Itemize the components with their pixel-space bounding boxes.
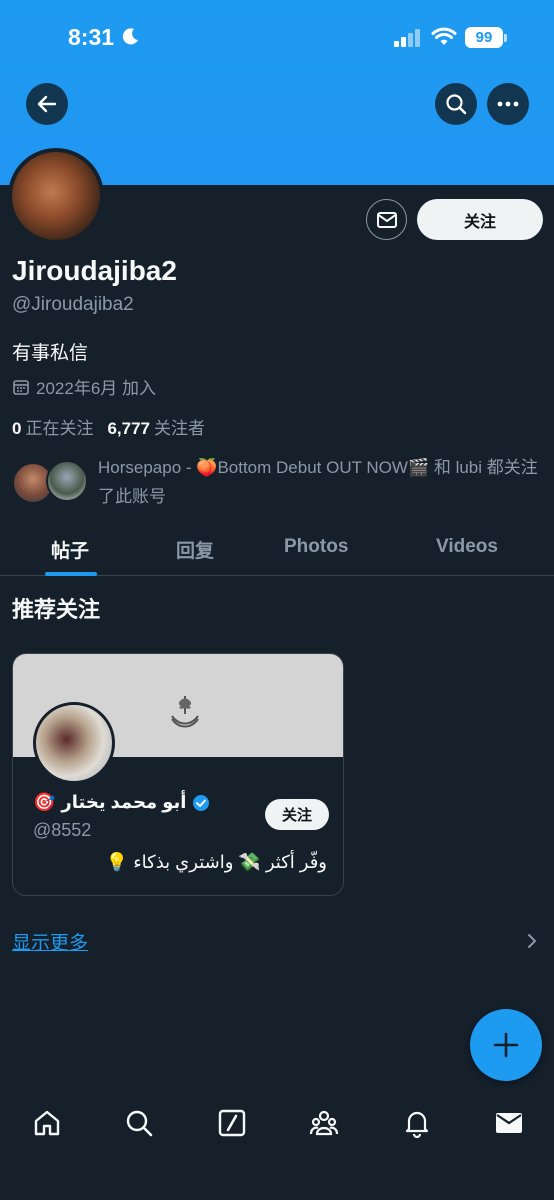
tab-photos[interactable]: Photos	[284, 536, 348, 558]
compose-button[interactable]	[470, 1009, 542, 1081]
card-handle: @8552	[33, 820, 92, 840]
profile-tabs: 帖子 回复 Photos Videos	[0, 528, 554, 576]
calendar-icon	[13, 379, 29, 395]
mutual-avatar-2	[46, 460, 88, 502]
followed-by-avatars[interactable]	[12, 460, 88, 506]
recommended-follows-title: 推荐关注	[12, 597, 101, 622]
profile-bio: 有事私信	[12, 343, 89, 364]
battery-tip	[504, 34, 507, 42]
saudi-emblem-icon	[171, 696, 199, 728]
plus-icon	[493, 1032, 519, 1058]
communities-icon[interactable]	[309, 1108, 339, 1138]
status-bar: 8:31 99	[0, 0, 554, 72]
messages-icon[interactable]	[494, 1108, 524, 1138]
more-button[interactable]	[487, 83, 529, 125]
card-display-name[interactable]: 🎯 أبو محمد يختار	[33, 792, 210, 813]
followed-by-text[interactable]: Horsepapo - 🍑Bottom Debut OUT NOW🎬 和 lub…	[98, 453, 538, 511]
search-button[interactable]	[435, 83, 477, 125]
followers-label: 关注者	[154, 419, 206, 438]
recommended-user-card[interactable]: 🎯 أبو محمد يختار @8552 关注 وفّر أكثر 💸 وا…	[12, 653, 344, 896]
battery-level: 99	[465, 27, 503, 48]
follow-button[interactable]: 关注	[417, 199, 543, 240]
back-arrow-icon	[37, 95, 57, 113]
mail-icon	[376, 211, 397, 228]
search-icon[interactable]	[124, 1108, 154, 1138]
card-name-text: أبو محمد يختار	[61, 792, 187, 812]
followers-count: 6,777	[107, 419, 151, 438]
status-time: 8:31	[68, 24, 115, 50]
followers-link[interactable]: 6,777 关注者	[107, 414, 205, 439]
search-icon	[446, 94, 467, 115]
show-more-link[interactable]: 显示更多	[12, 928, 88, 955]
home-icon[interactable]	[32, 1108, 62, 1138]
more-icon	[497, 101, 519, 107]
grok-icon[interactable]	[217, 1108, 247, 1138]
card-bio: وفّر أكثر 💸 واشتري بذكاء 💡	[105, 852, 327, 872]
tab-videos[interactable]: Videos	[436, 536, 498, 558]
follow-counts: 0 正在关注 6,777 关注者	[12, 414, 205, 439]
message-button[interactable]	[366, 199, 407, 240]
profile-handle: @Jiroudajiba2	[12, 294, 134, 315]
tab-posts[interactable]: 帖子	[51, 536, 89, 563]
bottom-nav	[0, 1090, 554, 1200]
card-avatar[interactable]	[33, 702, 115, 784]
joined-date: 2022年6月 加入	[12, 374, 156, 399]
active-tab-indicator	[45, 572, 97, 576]
following-count: 0	[12, 419, 22, 438]
joined-text: 2022年6月 加入	[36, 379, 156, 398]
notifications-icon[interactable]	[402, 1108, 432, 1138]
back-button[interactable]	[26, 83, 68, 125]
chevron-right-icon[interactable]	[526, 932, 538, 950]
moon-icon	[122, 28, 138, 45]
wifi-icon	[431, 27, 457, 45]
verified-badge-icon	[193, 794, 210, 811]
display-name: Jiroudajiba2	[12, 255, 177, 286]
following-link[interactable]: 0 正在关注	[12, 414, 93, 439]
card-follow-button[interactable]: 关注	[265, 799, 329, 830]
following-label: 正在关注	[25, 419, 94, 438]
card-name-emoji: 🎯	[33, 792, 56, 812]
tab-replies[interactable]: 回复	[176, 536, 214, 563]
signal-icon	[394, 29, 420, 47]
profile-avatar[interactable]	[8, 148, 104, 244]
